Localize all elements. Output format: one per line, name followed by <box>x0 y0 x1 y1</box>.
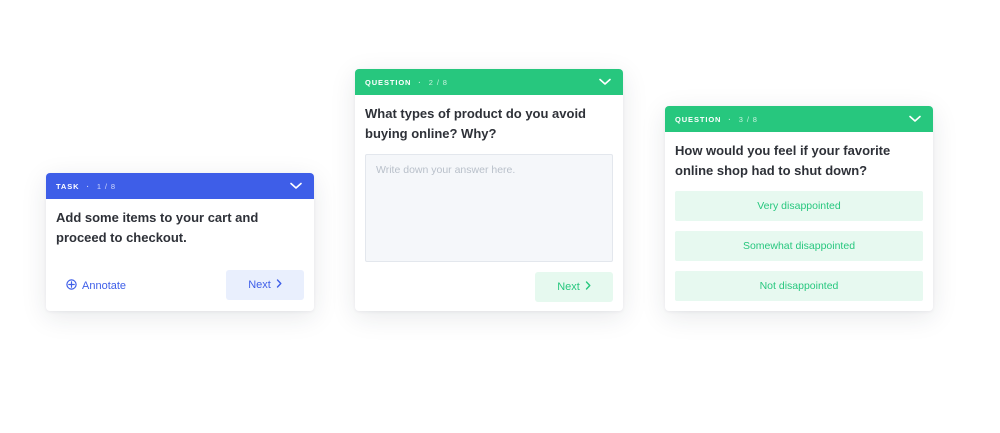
progress-counter: 1 / 8 <box>96 181 116 191</box>
next-label: Next <box>248 279 271 291</box>
next-button[interactable]: Next <box>226 270 304 300</box>
header-separator: · <box>418 77 422 87</box>
progress-counter: 2 / 8 <box>428 77 448 87</box>
chevron-down-icon[interactable] <box>907 111 923 127</box>
question-card-open-answer: QUESTION · 2 / 8 What types of product d… <box>355 69 623 311</box>
chevron-right-icon <box>276 279 282 291</box>
question-text: What types of product do you avoid buyin… <box>365 106 586 141</box>
header-separator: · <box>86 181 90 191</box>
question-text: How would you feel if your favorite onli… <box>675 143 891 178</box>
answer-placeholder: Write down your answer here. <box>376 164 516 176</box>
question-card-header[interactable]: QUESTION · 2 / 8 <box>355 69 623 95</box>
task-text: Add some items to your cart and proceed … <box>56 210 259 245</box>
next-button[interactable]: Next <box>535 272 613 302</box>
chevron-down-icon[interactable] <box>288 178 304 194</box>
task-card: TASK · 1 / 8 Add some items to your cart… <box>46 173 314 311</box>
annotate-label: Annotate <box>82 280 127 292</box>
header-label: TASK <box>56 181 80 191</box>
crosshair-icon <box>66 279 77 293</box>
question-card-multiple-choice: QUESTION · 3 / 8 How would you feel if y… <box>665 106 933 311</box>
header-label: QUESTION <box>365 77 412 87</box>
annotate-button[interactable]: Annotate <box>66 279 126 293</box>
option-very-disappointed[interactable]: Very disappointed <box>675 191 923 221</box>
option-somewhat-disappointed[interactable]: Somewhat disappointed <box>675 231 923 261</box>
header-separator: · <box>728 114 732 124</box>
chevron-down-icon[interactable] <box>597 74 613 90</box>
answer-textarea[interactable]: Write down your answer here. <box>365 154 613 262</box>
next-label: Next <box>557 281 580 293</box>
question-card-header[interactable]: QUESTION · 3 / 8 <box>665 106 933 132</box>
progress-counter: 3 / 8 <box>738 114 758 124</box>
option-not-disappointed[interactable]: Not disappointed <box>675 271 923 301</box>
task-card-header[interactable]: TASK · 1 / 8 <box>46 173 314 199</box>
header-label: QUESTION <box>675 114 722 124</box>
chevron-right-icon <box>585 281 591 293</box>
